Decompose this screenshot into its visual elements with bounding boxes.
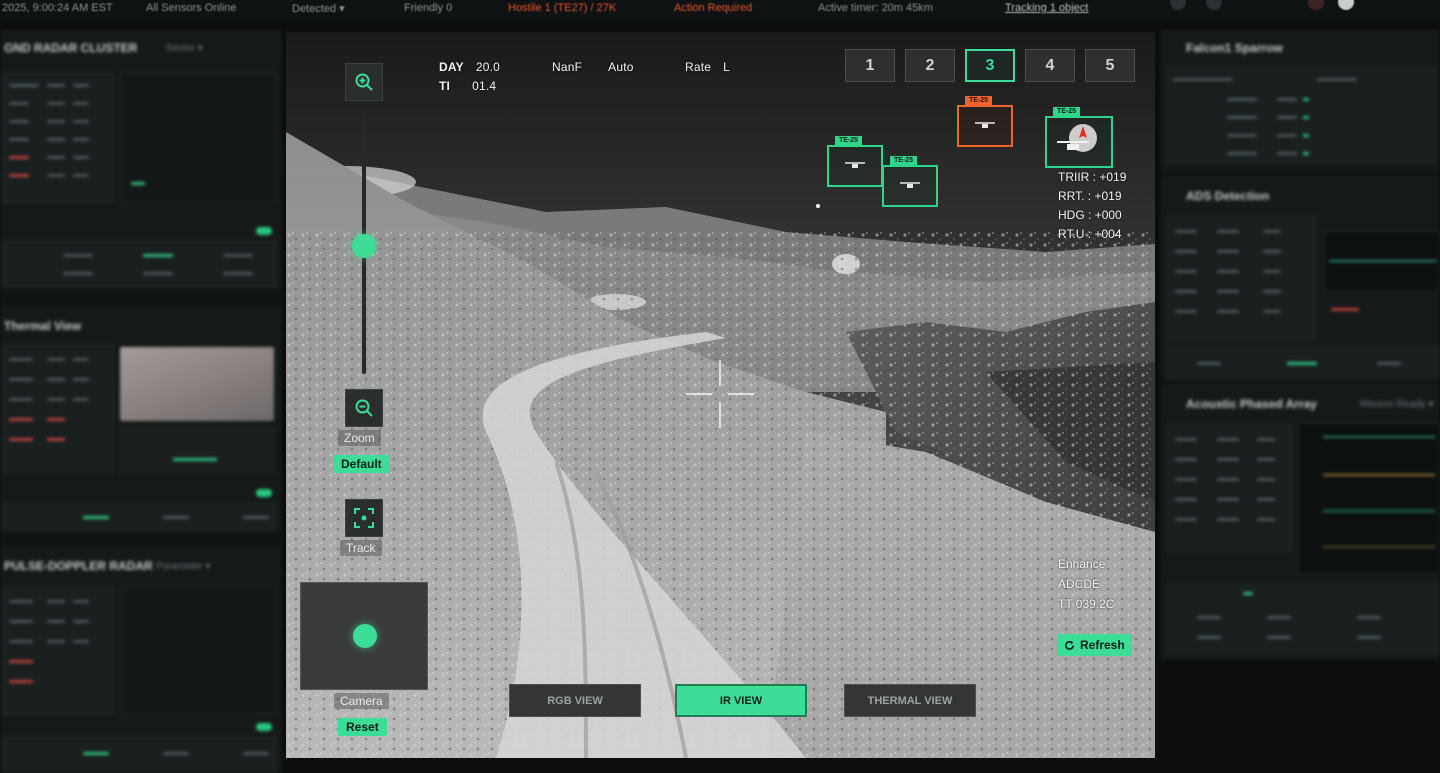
track-button[interactable]	[345, 499, 383, 537]
alert-icon[interactable]	[1308, 0, 1324, 10]
rgb-view-button[interactable]: RGB VIEW	[509, 684, 641, 717]
hud-day: DAY 20.0	[439, 60, 500, 74]
track-focus-icon	[354, 508, 374, 528]
refresh-icon	[1065, 640, 1074, 650]
radar-table	[2, 73, 114, 203]
drone-icon	[900, 182, 920, 188]
camera-tab-2[interactable]: 2	[905, 49, 955, 82]
grid-icon[interactable]	[1170, 0, 1186, 10]
thermal-thumbnail[interactable]	[120, 347, 274, 421]
thermal-view-button[interactable]: THERMAL VIEW	[844, 684, 976, 717]
ir-view-button[interactable]: IR VIEW	[675, 684, 807, 717]
enhance-info: Enhance ADCDE TT 039.2C	[1058, 557, 1115, 611]
compass-drone-icon	[1057, 124, 1097, 152]
radar-cluster-title: GND RADAR CLUSTER	[4, 41, 138, 55]
hud-nanf: NanF Auto	[552, 60, 634, 74]
drone-icon	[975, 122, 995, 128]
hostile-target-box[interactable]: TE-25	[957, 96, 1013, 147]
telemetry-row: RRT. : +019	[1058, 189, 1122, 203]
camera-joystick-handle[interactable]	[353, 624, 377, 648]
doppler-radar-title: PULSE-DOPPLER RADAR	[4, 559, 153, 573]
doppler-radar-panel: PULSE-DOPPLER RADAR Parameter ▾	[0, 548, 282, 773]
status-all-sensors[interactable]: All Sensors Online	[146, 2, 237, 14]
camera-reset-button[interactable]: Reset	[338, 718, 387, 736]
telemetry-row: TRIIR : +019	[1058, 170, 1127, 184]
target-tag: TE-25	[965, 96, 993, 105]
camera-tab-5[interactable]: 5	[1085, 49, 1135, 82]
track-label: Track	[340, 540, 382, 556]
thermal-toggle[interactable]	[256, 489, 272, 497]
refresh-button[interactable]: Refresh	[1057, 634, 1132, 656]
datetime: 2025, 9:00:24 AM EST	[2, 2, 113, 14]
radar-toggle[interactable]	[256, 227, 272, 235]
camera-tabs: 1 2 3 4 5	[845, 49, 1135, 82]
zoom-label: Zoom	[338, 430, 381, 446]
zoom-in-button[interactable]	[345, 63, 383, 101]
camera-tab-3[interactable]: 3	[965, 49, 1015, 82]
zoom-out-icon	[355, 399, 373, 417]
radar-cluster-panel: GND RADAR CLUSTER Sector ▾	[0, 30, 282, 290]
camera-tab-1[interactable]: 1	[845, 49, 895, 82]
hud-ti: TI 01.4	[439, 79, 497, 93]
target-tag: TE-25	[1053, 107, 1081, 116]
drone-icon	[845, 162, 865, 168]
target-box[interactable]: TE-25	[882, 156, 938, 207]
doppler-toggle[interactable]	[256, 723, 272, 731]
thermal-view-panel: Thermal View	[0, 308, 282, 531]
zoom-out-button[interactable]	[345, 389, 383, 427]
camera-tab-4[interactable]: 4	[1025, 49, 1075, 82]
camera-label: Camera	[334, 693, 389, 709]
telemetry-readout: TRIIR : +019 RRT. : +019 HDG : +000 RT.U…	[1058, 168, 1126, 244]
target-tag: TE-25	[890, 156, 918, 165]
status-hostile[interactable]: Hostile 1 (TE27) / 27K	[508, 2, 616, 14]
camera-viewport[interactable]: DAY 20.0 TI 01.4 NanF Auto Rate L 1 2 3 4 5 …	[286, 32, 1155, 758]
telemetry-row: RT.U : +004	[1058, 227, 1122, 241]
avatar[interactable]	[1338, 0, 1354, 10]
telemetry-row: HDG : +000	[1058, 208, 1122, 222]
status-active-timer: Active timer: 20m 45km	[818, 2, 933, 14]
tracked-target-box[interactable]: TE-25	[1045, 107, 1113, 168]
ads-detection-title: ADS Detection	[1186, 189, 1270, 203]
falcon-title: Falcon1 Sparrow	[1186, 41, 1283, 55]
right-sensor-panels: Falcon1 Sparrow ADS Detection Acoustic P…	[1160, 30, 1440, 660]
thermal-view-title: Thermal View	[4, 319, 82, 333]
status-friendly[interactable]: Friendly 0	[404, 2, 452, 14]
top-status-bar: 2025, 9:00:24 AM EST All Sensors Online …	[0, 0, 1440, 22]
acoustic-panel: Acoustic Phased Array Mission Ready ▾	[1160, 386, 1440, 660]
ads-detection-panel: ADS Detection	[1160, 178, 1440, 379]
settings-icon[interactable]	[1206, 0, 1222, 10]
left-sensor-panels: GND RADAR CLUSTER Sector ▾ Thermal View	[0, 30, 282, 773]
target-tag: TE-25	[835, 136, 863, 145]
falcon-panel: Falcon1 Sparrow	[1160, 30, 1440, 170]
acoustic-title: Acoustic Phased Array	[1186, 397, 1317, 411]
zoom-slider-handle[interactable]	[352, 234, 376, 258]
zoom-in-icon	[355, 73, 373, 91]
camera-joystick-pad[interactable]	[300, 582, 428, 690]
hud-rate: Rate L	[685, 60, 731, 74]
status-tracking-link[interactable]: Tracking 1 object	[1005, 2, 1088, 14]
target-box[interactable]: TE-25	[827, 136, 883, 187]
zoom-default-button[interactable]: Default	[333, 455, 390, 473]
crosshair-reticle	[686, 360, 754, 428]
status-action-required[interactable]: Action Required	[674, 2, 752, 14]
status-detected-dropdown[interactable]: Detected ▾	[292, 2, 345, 15]
